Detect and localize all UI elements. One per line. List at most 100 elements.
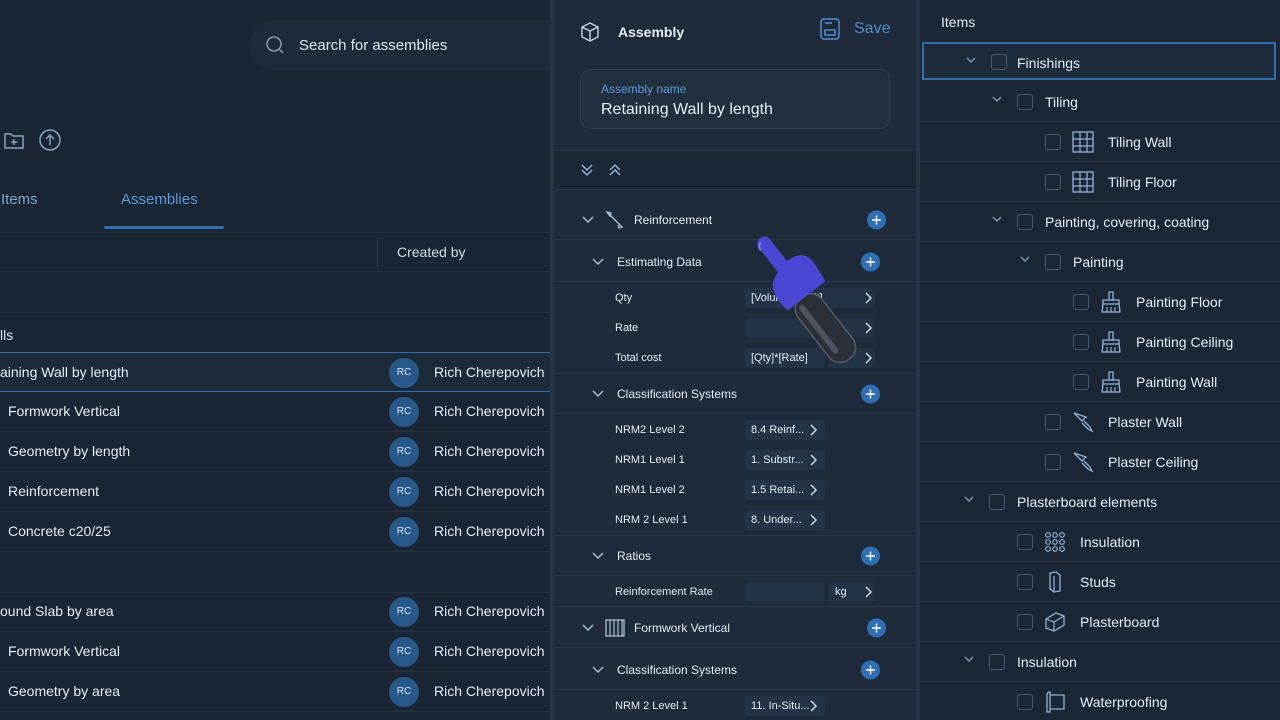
tab-items[interactable]: Items <box>1 191 38 208</box>
tree-item[interactable]: Studs <box>920 562 1280 602</box>
tree-item-label: Plasterboard <box>1080 614 1160 630</box>
checkbox[interactable] <box>989 494 1005 510</box>
chevron-down-icon[interactable] <box>964 656 974 663</box>
add-icon[interactable] <box>861 252 880 271</box>
table-row[interactable]: Formwork Vertical RC Rich Cherepovich <box>0 392 550 432</box>
tree-item[interactable]: Tiling Wall <box>920 122 1280 162</box>
add-icon[interactable] <box>861 384 880 403</box>
upload-icon[interactable] <box>38 128 62 152</box>
table-row[interactable]: ound Slab by area RC Rich Cherepovich <box>0 592 550 632</box>
tree-item[interactable]: Finishings <box>922 42 1276 80</box>
tree-item[interactable]: Painting Ceiling <box>920 322 1280 362</box>
subsection-ratios[interactable]: Ratios <box>554 536 916 576</box>
new-folder-icon[interactable] <box>3 129 25 151</box>
chevron-down-icon[interactable] <box>964 496 974 503</box>
field-value[interactable]: [Volume] [Unit] <box>745 288 875 308</box>
add-icon[interactable] <box>867 210 886 229</box>
field-value[interactable] <box>745 318 825 338</box>
checkbox[interactable] <box>1017 214 1033 230</box>
chevron-right-icon[interactable] <box>810 424 818 436</box>
assembly-name-field[interactable]: Assembly name Retaining Wall by length <box>580 69 890 129</box>
subsection-classification-systems[interactable]: Classification Systems <box>554 650 916 690</box>
column-divider[interactable] <box>377 239 378 267</box>
checkbox[interactable] <box>1045 454 1061 470</box>
tree-item[interactable]: Tiling <box>920 82 1280 122</box>
subsection-estimating-data[interactable]: Estimating Data <box>554 242 916 282</box>
tree-item[interactable]: Painting, covering, coating <box>920 202 1280 242</box>
tree-item[interactable]: Painting Floor <box>920 282 1280 322</box>
table-row[interactable]: aining Wall by length RC Rich Cherepovic… <box>0 352 550 392</box>
chevron-down-icon[interactable] <box>1020 256 1030 263</box>
chevron-right-icon[interactable] <box>810 454 818 466</box>
checkbox[interactable] <box>1017 694 1033 710</box>
tree-item[interactable]: Insulation <box>920 522 1280 562</box>
checkbox[interactable] <box>1017 534 1033 550</box>
expand-all-icon[interactable] <box>580 163 594 177</box>
tree-item[interactable]: Plasterboard elements <box>920 482 1280 522</box>
subsection-classification-systems[interactable]: Classification Systems <box>554 374 916 414</box>
chevron-right-icon[interactable] <box>865 292 873 304</box>
add-icon[interactable] <box>861 546 880 565</box>
tree-item[interactable]: Painting Wall <box>920 362 1280 402</box>
add-icon[interactable] <box>861 660 880 679</box>
chevron-right-icon[interactable] <box>865 352 873 364</box>
checkbox[interactable] <box>1045 414 1061 430</box>
checkbox[interactable] <box>1073 294 1089 310</box>
field-row: NRM1 Level 2 1.5 Retai... <box>554 475 916 505</box>
table-row[interactable]: Concrete c20/25 RC Rich Cherepovich <box>0 512 550 552</box>
chevron-right-icon[interactable] <box>810 514 818 526</box>
chevron-down-icon[interactable] <box>592 389 604 398</box>
tree-item[interactable]: Plaster Ceiling <box>920 442 1280 482</box>
checkbox[interactable] <box>989 654 1005 670</box>
section-formwork-vertical[interactable]: Formwork Vertical <box>554 608 916 648</box>
tree-item[interactable]: Waterproofing <box>920 682 1280 720</box>
created-by-header[interactable]: Created by <box>397 244 465 260</box>
search-box[interactable]: Search for assemblies <box>249 20 550 70</box>
editor-header: Assembly Save <box>554 0 916 64</box>
chevron-down-icon[interactable] <box>992 96 1002 103</box>
chevron-right-icon[interactable] <box>810 484 818 496</box>
tree-item[interactable]: Painting <box>920 242 1280 282</box>
chevron-down-icon[interactable] <box>966 57 976 64</box>
cube-icon <box>580 22 600 42</box>
chevron-right-icon[interactable] <box>865 585 873 598</box>
checkbox[interactable] <box>991 54 1007 70</box>
chevron-down-icon[interactable] <box>592 665 604 674</box>
field-value[interactable] <box>745 581 825 602</box>
membrane-icon <box>1044 691 1066 713</box>
chevron-down-icon[interactable] <box>992 216 1002 223</box>
search-input[interactable]: Search for assemblies <box>299 37 447 54</box>
chevron-down-icon[interactable] <box>582 623 594 632</box>
tree-item-label: Painting Floor <box>1136 294 1223 310</box>
checkbox[interactable] <box>1017 574 1033 590</box>
checkbox[interactable] <box>1045 174 1061 190</box>
checkbox[interactable] <box>1073 374 1089 390</box>
table-row[interactable]: Geometry by length RC Rich Cherepovich <box>0 432 550 472</box>
checkbox[interactable] <box>1017 614 1033 630</box>
chevron-down-icon[interactable] <box>592 551 604 560</box>
add-icon[interactable] <box>867 618 886 637</box>
tree-item[interactable]: Insulation <box>920 642 1280 682</box>
chevron-right-icon[interactable] <box>810 700 818 712</box>
tree-item[interactable]: Plasterboard <box>920 602 1280 642</box>
chevron-down-icon[interactable] <box>592 257 604 266</box>
grid-dots-icon <box>1044 531 1066 553</box>
checkbox[interactable] <box>1073 334 1089 350</box>
assembly-name-input[interactable]: Retaining Wall by length <box>601 101 773 119</box>
chevron-down-icon[interactable] <box>582 215 594 224</box>
table-row[interactable]: Reinforcement RC Rich Cherepovich <box>0 472 550 512</box>
table-row[interactable]: Geometry by area RC Rich Cherepovich <box>0 672 550 712</box>
checkbox[interactable] <box>1045 134 1061 150</box>
collapse-all-icon[interactable] <box>608 163 622 177</box>
table-row[interactable]: Formwork Vertical RC Rich Cherepovich <box>0 632 550 672</box>
checkbox[interactable] <box>1017 94 1033 110</box>
chevron-right-icon[interactable] <box>865 322 873 334</box>
save-button[interactable]: Save <box>820 18 890 40</box>
tree-item[interactable]: Plaster Wall <box>920 402 1280 442</box>
tree-item[interactable]: Tiling Floor <box>920 162 1280 202</box>
active-tab-indicator <box>104 226 224 229</box>
tab-assemblies[interactable]: Assemblies <box>121 191 198 208</box>
section-reinforcement[interactable]: Reinforcement <box>554 200 916 240</box>
field-value[interactable]: [Qty]*[Rate] <box>745 348 825 368</box>
checkbox[interactable] <box>1045 254 1061 270</box>
